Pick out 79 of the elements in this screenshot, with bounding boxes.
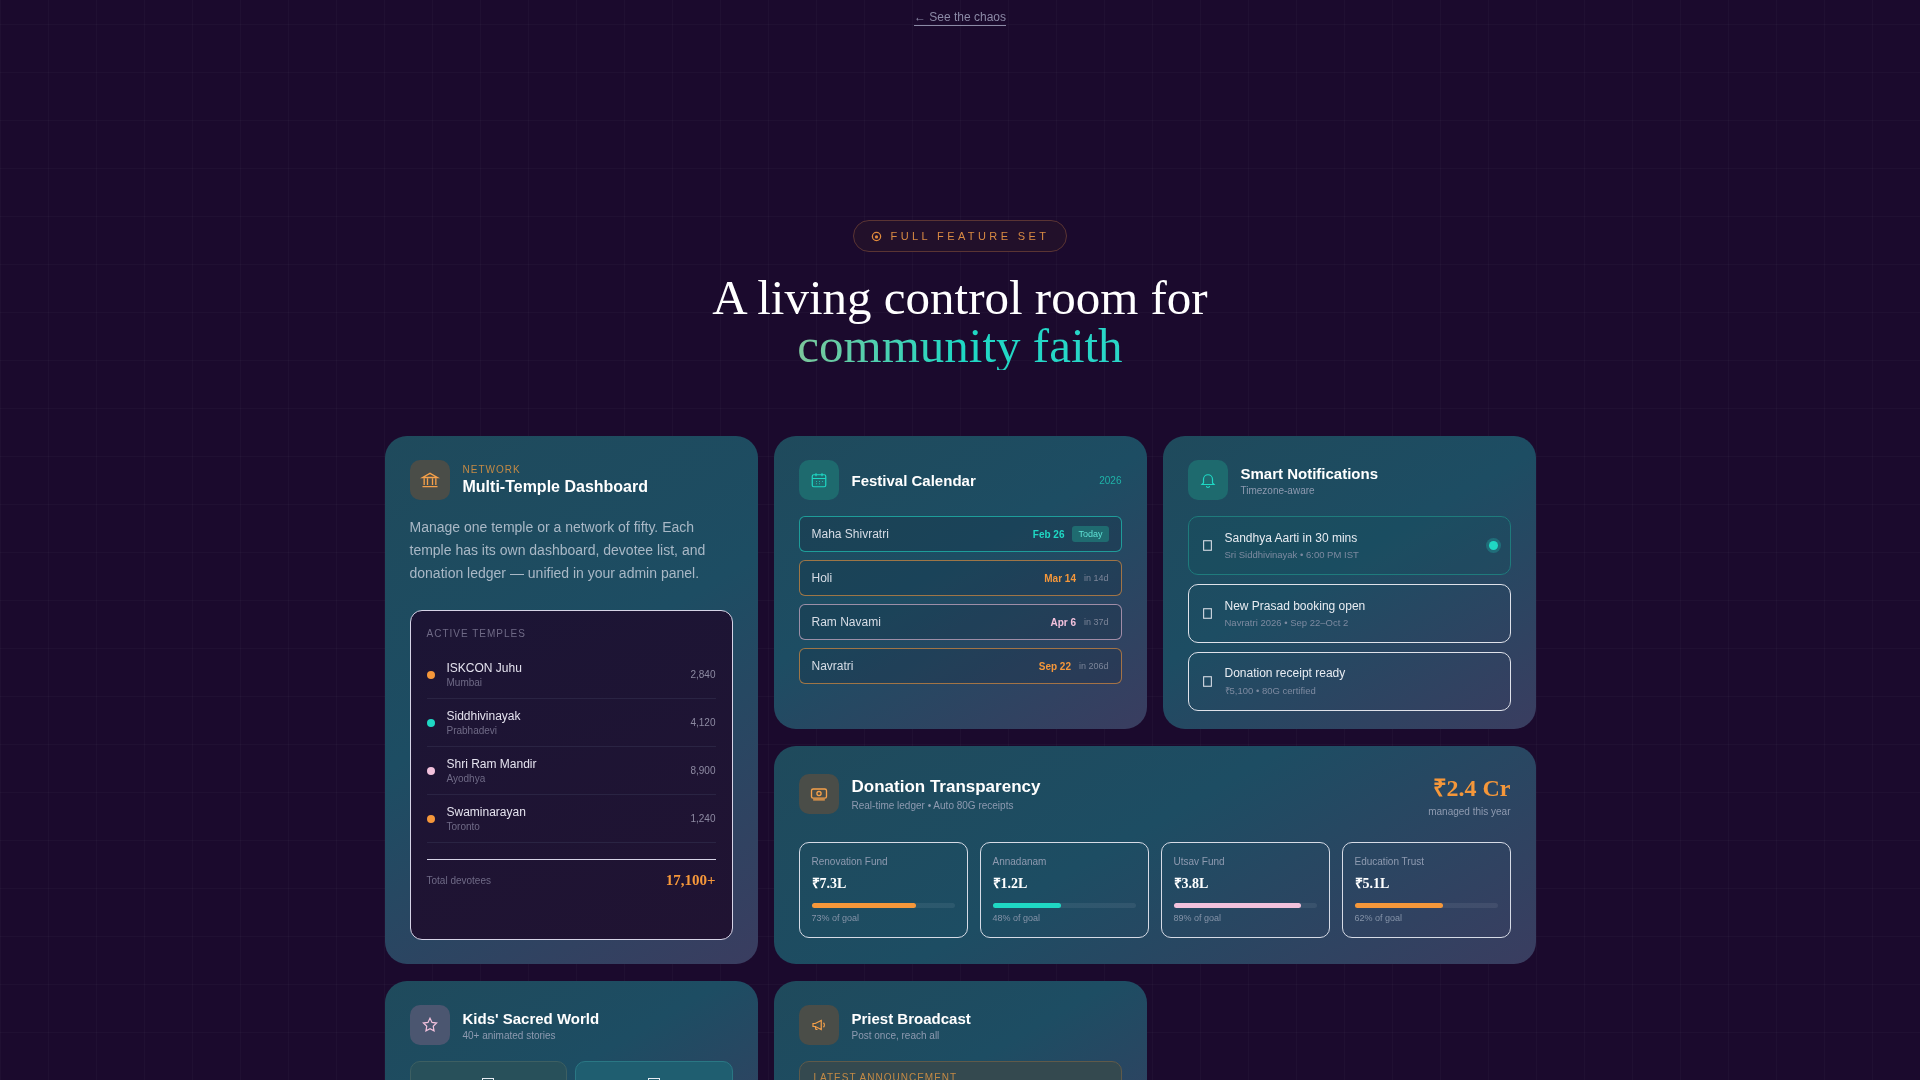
unread-dot — [1488, 541, 1498, 550]
megaphone-icon — [798, 1005, 839, 1045]
total-caption: managed this year — [1428, 806, 1511, 817]
square-icon — [1202, 676, 1212, 687]
temple-city: Toronto — [446, 821, 481, 832]
card-subtitle: Timezone-aware — [1240, 484, 1316, 496]
total-label: Total devotees — [426, 875, 491, 886]
total-value: 17,100+ — [665, 872, 716, 889]
temple-name: Shri Ram Mandir — [446, 757, 538, 771]
notification-title: Donation receipt ready — [1224, 666, 1347, 680]
festival-row[interactable]: Navratri Sep 22 in 206d — [798, 648, 1122, 684]
countdown: in 37d — [1083, 617, 1109, 627]
card-subtitle: Post once, reach all — [851, 1029, 941, 1041]
devotee-count: 1,240 — [690, 813, 716, 824]
notification-item[interactable]: New Prasad booking open Navratri 2026 • Sep 22–Oct 2 — [1187, 584, 1511, 643]
fund-amount: ₹3.8L — [1173, 875, 1210, 892]
square-icon — [1202, 540, 1212, 551]
festival-date: Mar 14 — [1044, 572, 1076, 584]
festival-name: Navratri — [811, 659, 855, 673]
card-title: Multi-Temple Dashboard — [462, 478, 648, 496]
card-title: Smart Notifications — [1240, 464, 1379, 482]
festival-date: Apr 6 — [1050, 616, 1076, 628]
panel-title: ACTIVE TEMPLES — [426, 628, 527, 639]
total-amount: ₹2.4 Cr — [1432, 774, 1511, 803]
year-label: 2026 — [1099, 474, 1122, 486]
festival-row[interactable]: Maha Shivratri Feb 26 Today — [798, 516, 1122, 552]
temple-name: Swaminarayan — [446, 805, 527, 819]
money-icon — [798, 773, 839, 814]
card-title: Donation Transparency — [851, 776, 1042, 797]
devotee-count: 8,900 — [690, 765, 716, 776]
notification-title: New Prasad booking open — [1224, 599, 1367, 613]
festival-date: Feb 26 — [1032, 528, 1065, 540]
card-subtitle: Real-time ledger • Auto 80G receipts — [851, 799, 1015, 811]
today-tag: Today — [1072, 526, 1109, 542]
notification-item[interactable]: Donation receipt ready ₹5,100 • 80G certified — [1187, 652, 1511, 711]
card-label: NETWORK — [462, 464, 522, 475]
temple-name: Siddhivinayak — [446, 709, 522, 723]
fund-name: Annadanam — [992, 856, 1048, 867]
goal-progress: 48% of goal — [992, 913, 1042, 923]
notification-detail: ₹5,100 • 80G certified — [1224, 684, 1317, 697]
notification-detail: Navratri 2026 • Sep 22–Oct 2 — [1224, 617, 1350, 628]
badge-text: FULL FEATURE SET — [890, 230, 1050, 242]
temple-city: Ayodhya — [446, 773, 487, 784]
goal-progress: 73% of goal — [811, 913, 861, 923]
festival-row[interactable]: Holi Mar 14 in 14d — [798, 560, 1122, 596]
fund-name: Utsav Fund — [1173, 856, 1226, 867]
calendar-icon — [798, 460, 839, 500]
headline: A living control room for — [712, 274, 1208, 322]
devotee-count: 2,840 — [690, 669, 716, 680]
festival-name: Maha Shivratri — [811, 527, 890, 541]
festival-row[interactable]: Ram Navami Apr 6 in 37d — [798, 604, 1122, 640]
goal-progress: 62% of goal — [1354, 913, 1404, 923]
card-title: Kids' Sacred World — [462, 1009, 600, 1027]
goal-progress: 89% of goal — [1173, 913, 1223, 923]
fund-name: Renovation Fund — [811, 856, 889, 867]
fund-amount: ₹5.1L — [1354, 875, 1391, 892]
notification-detail: Sri Siddhivinayak • 6:00 PM IST — [1224, 549, 1360, 560]
temple-name: ISKCON Juhu — [446, 661, 523, 675]
card-subtitle: 40+ animated stories — [462, 1029, 557, 1041]
temple-icon — [409, 460, 450, 500]
notification-item[interactable]: Sandhya Aarti in 30 mins Sri Siddhivinayak • 6:00 PM IST — [1187, 516, 1511, 575]
festival-name: Holi — [811, 571, 834, 585]
card-title: Priest Broadcast — [851, 1009, 971, 1027]
temple-city: Prabhadevi — [446, 725, 499, 736]
festival-name: Ram Navami — [811, 615, 882, 629]
square-icon — [1202, 608, 1212, 619]
countdown: in 14d — [1083, 573, 1109, 583]
festival-date: Sep 22 — [1038, 660, 1071, 672]
notification-title: Sandhya Aarti in 30 mins — [1224, 531, 1359, 545]
card-description: Manage one temple or a network of fifty. Each temple has its own dashboard, devotee list, and donation ledger — unified in your admin panel. — [409, 518, 707, 583]
countdown: in 206d — [1078, 661, 1109, 671]
card-title: Festival Calendar — [851, 471, 976, 489]
fund-name: Education Trust — [1354, 856, 1425, 867]
fund-amount: ₹1.2L — [992, 875, 1029, 892]
fund-amount: ₹7.3L — [811, 875, 848, 892]
devotee-count: 4,120 — [690, 717, 716, 728]
back-link[interactable]: ← See the chaos — [913, 10, 1007, 26]
temple-city: Mumbai — [446, 677, 484, 688]
bell-icon — [1187, 460, 1228, 500]
